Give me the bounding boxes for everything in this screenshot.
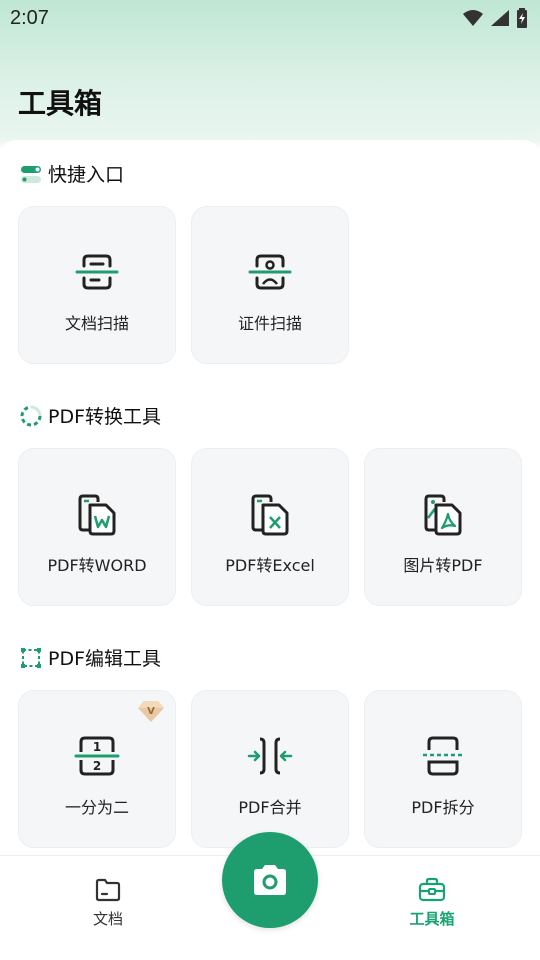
- svg-text:2: 2: [93, 759, 101, 773]
- split-in-two-icon: 1 2: [74, 736, 120, 776]
- tool-card-split-in-two[interactable]: V 1 2 一分为二: [18, 690, 176, 848]
- select-frame-icon: [21, 647, 41, 668]
- folder-icon: [95, 878, 121, 902]
- pdf-to-excel-icon: [251, 494, 289, 536]
- status-bar: 2:07: [0, 0, 540, 36]
- tool-label: PDF合并: [238, 798, 302, 817]
- status-icons: [462, 8, 528, 28]
- section-header-quick: 快捷入口: [20, 160, 124, 187]
- tool-card-pdf-to-word[interactable]: PDF转WORD: [18, 448, 176, 606]
- signal-icon: [491, 10, 509, 26]
- section-title-edit: PDF编辑工具: [48, 648, 162, 670]
- tool-label: PDF拆分: [411, 798, 475, 817]
- tool-label: 一分为二: [64, 798, 129, 817]
- tool-label: PDF转Excel: [225, 556, 315, 575]
- pdf-to-word-icon: [78, 494, 116, 536]
- wifi-icon: [463, 10, 483, 26]
- tool-label: PDF转WORD: [47, 556, 147, 575]
- tool-card-pdf-to-excel[interactable]: PDF转Excel: [191, 448, 349, 606]
- tool-card-document-scan[interactable]: 文档扫描: [18, 206, 176, 364]
- vip-diamond-icon: V: [138, 701, 164, 722]
- tool-label: 证件扫描: [237, 314, 302, 333]
- camera-button[interactable]: [222, 832, 318, 928]
- refresh-ring-icon: [20, 405, 42, 426]
- section-title-convert: PDF转换工具: [48, 406, 162, 428]
- tool-card-image-to-pdf[interactable]: 图片转PDF: [364, 448, 522, 606]
- section-header-convert: PDF转换工具: [20, 402, 161, 429]
- tool-card-id-scan[interactable]: 证件扫描: [191, 206, 349, 364]
- battery-icon: [517, 8, 527, 28]
- vip-badge-letter: V: [147, 706, 155, 717]
- document-scan-icon: [75, 254, 119, 290]
- nav-label-tools: 工具箱: [409, 910, 455, 928]
- svg-text:1: 1: [93, 740, 101, 754]
- status-time: 2:07: [10, 6, 49, 29]
- pdf-split-icon: [423, 736, 463, 776]
- page-title: 工具箱: [18, 87, 103, 120]
- nav-label-documents: 文档: [92, 910, 123, 928]
- section-header-edit: PDF编辑工具: [20, 644, 161, 671]
- tool-card-pdf-merge[interactable]: PDF合并: [191, 690, 349, 848]
- toggle-icon: [21, 165, 41, 183]
- id-scan-icon: [248, 254, 292, 290]
- pdf-merge-icon: [247, 737, 293, 775]
- section-title-quick: 快捷入口: [48, 164, 125, 186]
- tool-label: 文档扫描: [64, 314, 129, 333]
- tool-label: 图片转PDF: [403, 556, 483, 575]
- nav-tab-documents[interactable]: 文档: [68, 878, 148, 929]
- toolbox-icon: [418, 878, 446, 902]
- camera-icon: [254, 865, 286, 895]
- tool-card-pdf-split[interactable]: PDF拆分: [364, 690, 522, 848]
- image-to-pdf-icon: [424, 494, 462, 536]
- nav-tab-tools[interactable]: 工具箱: [392, 878, 472, 929]
